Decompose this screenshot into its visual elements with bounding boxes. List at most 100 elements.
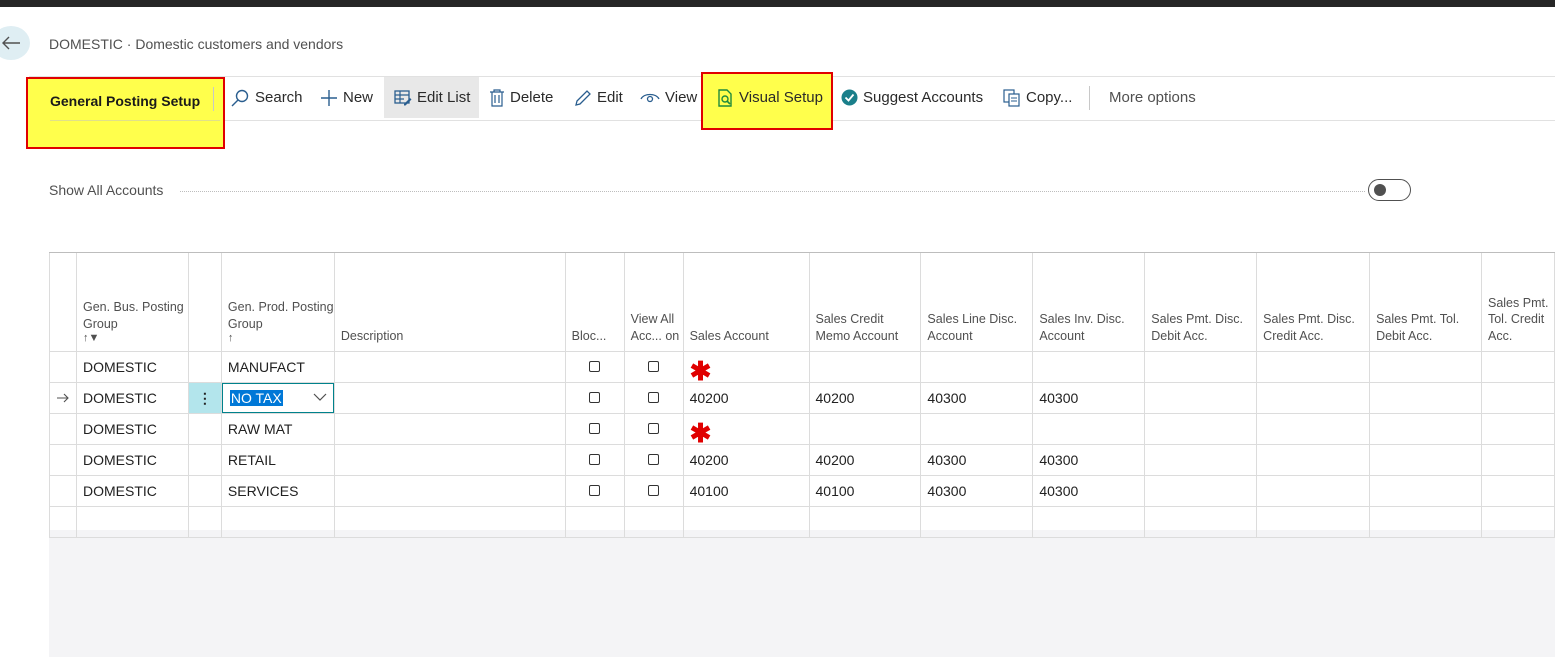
sales-pmt-disc-credit-cell[interactable] xyxy=(1256,382,1371,414)
delete-button[interactable]: Delete xyxy=(489,77,553,118)
blocked-cell[interactable] xyxy=(564,506,625,538)
column-header-sales-inv-disc[interactable]: Sales Inv. Disc. Account xyxy=(1032,253,1146,352)
sales-credit-memo-cell[interactable] xyxy=(808,506,922,538)
view-all-checkbox[interactable] xyxy=(647,423,659,434)
sales-line-disc-cell[interactable] xyxy=(920,413,1034,445)
chevron-down-icon[interactable] xyxy=(313,393,327,402)
more-options-button[interactable]: More options xyxy=(1109,77,1196,118)
blocked-checkbox[interactable] xyxy=(588,485,600,496)
sales-account-cell[interactable]: ✱ xyxy=(682,413,810,445)
sales-line-disc-cell[interactable]: 40300 xyxy=(920,444,1034,476)
sales-pmt-tol-debit-cell[interactable] xyxy=(1369,351,1482,383)
column-header-sales-pmt-tol-debit[interactable]: Sales Pmt. Tol. Debit Acc. xyxy=(1369,253,1482,352)
blocked-cell[interactable] xyxy=(564,444,625,476)
view-all-checkbox[interactable] xyxy=(647,361,659,372)
blocked-checkbox[interactable] xyxy=(588,361,600,372)
blocked-cell[interactable] xyxy=(564,382,625,414)
description-cell[interactable] xyxy=(333,475,566,507)
edit-button[interactable]: Edit xyxy=(574,77,623,118)
sales-pmt-tol-debit-cell[interactable] xyxy=(1369,382,1482,414)
column-header-sales-credit-memo[interactable]: Sales Credit Memo Account xyxy=(808,253,922,352)
view-all-cell[interactable] xyxy=(623,506,684,538)
column-header-sales-line-disc[interactable]: Sales Line Disc. Account xyxy=(920,253,1034,352)
column-header-sales-pmt-disc-debit[interactable]: Sales Pmt. Disc. Debit Acc. xyxy=(1144,253,1258,352)
sales-credit-memo-cell[interactable]: 40200 xyxy=(808,382,922,414)
sales-account-cell[interactable]: 40100 xyxy=(682,475,810,507)
sales-credit-memo-cell[interactable] xyxy=(808,351,922,383)
column-header-blocked[interactable]: Bloc... xyxy=(564,253,625,352)
view-all-cell[interactable] xyxy=(623,413,684,445)
column-header-description[interactable]: Description xyxy=(333,253,566,352)
gen-bus-cell[interactable] xyxy=(75,506,189,538)
gen-prod-cell[interactable] xyxy=(220,506,335,538)
row-actions-button[interactable]: ⋮ xyxy=(187,382,222,414)
sales-inv-disc-cell[interactable]: 40300 xyxy=(1032,475,1146,507)
sales-pmt-disc-credit-cell[interactable] xyxy=(1256,413,1371,445)
sales-line-disc-cell[interactable] xyxy=(920,506,1034,538)
new-button[interactable]: New xyxy=(320,77,373,118)
sales-line-disc-cell[interactable]: 40300 xyxy=(920,475,1034,507)
sales-credit-memo-cell[interactable]: 40100 xyxy=(808,475,922,507)
sales-credit-memo-cell[interactable]: 40200 xyxy=(808,444,922,476)
table-row[interactable]: DOMESTIC RETAIL 40200 40200 40300 40300 xyxy=(49,444,1555,476)
blocked-checkbox[interactable] xyxy=(588,454,600,465)
description-cell[interactable] xyxy=(333,413,566,445)
blocked-cell[interactable] xyxy=(564,475,625,507)
table-row[interactable]: DOMESTIC RAW MAT ✱ xyxy=(49,413,1555,445)
sales-account-cell[interactable]: 40200 xyxy=(682,444,810,476)
gen-bus-cell[interactable]: DOMESTIC xyxy=(75,413,189,445)
blocked-checkbox[interactable] xyxy=(588,423,600,434)
view-all-checkbox[interactable] xyxy=(647,392,659,403)
gen-prod-cell[interactable]: MANUFACT xyxy=(220,351,335,383)
sales-pmt-disc-debit-cell[interactable] xyxy=(1144,444,1258,476)
sales-pmt-tol-debit-cell[interactable] xyxy=(1369,506,1482,538)
sales-line-disc-cell[interactable] xyxy=(920,351,1034,383)
gen-bus-cell[interactable]: DOMESTIC xyxy=(75,475,189,507)
sales-inv-disc-cell[interactable] xyxy=(1032,413,1146,445)
sales-inv-disc-cell[interactable]: 40300 xyxy=(1032,444,1146,476)
row-actions-cell[interactable] xyxy=(187,413,222,445)
sales-pmt-tol-credit-cell[interactable] xyxy=(1480,444,1555,476)
view-all-cell[interactable] xyxy=(623,382,684,414)
sales-inv-disc-cell[interactable] xyxy=(1032,506,1146,538)
description-cell[interactable] xyxy=(333,444,566,476)
sales-pmt-tol-debit-cell[interactable] xyxy=(1369,444,1482,476)
gen-prod-cell[interactable]: NO TAX xyxy=(220,382,335,414)
column-header-view-all[interactable]: View All Acc... on xyxy=(623,253,684,352)
gen-bus-cell[interactable]: DOMESTIC xyxy=(75,351,189,383)
sales-pmt-disc-credit-cell[interactable] xyxy=(1256,475,1371,507)
row-actions-cell[interactable] xyxy=(187,351,222,383)
visual-setup-button[interactable]: Visual Setup xyxy=(716,77,823,118)
sales-credit-memo-cell[interactable] xyxy=(808,413,922,445)
sales-line-disc-cell[interactable]: 40300 xyxy=(920,382,1034,414)
row-actions-cell[interactable] xyxy=(187,444,222,476)
row-actions-cell[interactable] xyxy=(187,475,222,507)
sales-inv-disc-cell[interactable]: 40300 xyxy=(1032,382,1146,414)
sales-pmt-disc-credit-cell[interactable] xyxy=(1256,444,1371,476)
view-all-cell[interactable] xyxy=(623,475,684,507)
gen-prod-cell[interactable]: RAW MAT xyxy=(220,413,335,445)
sales-account-cell[interactable] xyxy=(682,506,810,538)
table-row-current[interactable]: DOMESTIC ⋮ NO TAX 40200 40200 40300 4030… xyxy=(49,382,1555,414)
sales-account-cell[interactable]: ✱ xyxy=(682,351,810,383)
table-row[interactable]: DOMESTIC SERVICES 40100 40100 40300 4030… xyxy=(49,475,1555,507)
gen-prod-cell[interactable]: RETAIL xyxy=(220,444,335,476)
view-all-checkbox[interactable] xyxy=(647,454,659,465)
column-header-sales-pmt-tol-credit[interactable]: Sales Pmt. Tol. Credit Acc. xyxy=(1480,253,1555,352)
sales-pmt-tol-credit-cell[interactable] xyxy=(1480,413,1555,445)
column-header-gen-prod[interactable]: Gen. Prod. Posting Group ↑ xyxy=(220,253,335,352)
sales-pmt-disc-debit-cell[interactable] xyxy=(1144,506,1258,538)
show-all-accounts-toggle[interactable] xyxy=(1368,179,1411,201)
new-row[interactable] xyxy=(49,506,1555,538)
sales-pmt-disc-debit-cell[interactable] xyxy=(1144,413,1258,445)
column-header-sales-account[interactable]: Sales Account xyxy=(682,253,810,352)
sales-pmt-tol-credit-cell[interactable] xyxy=(1480,475,1555,507)
sales-pmt-disc-debit-cell[interactable] xyxy=(1144,351,1258,383)
sales-pmt-tol-credit-cell[interactable] xyxy=(1480,351,1555,383)
blocked-cell[interactable] xyxy=(564,351,625,383)
column-header-sales-pmt-disc-credit[interactable]: Sales Pmt. Disc. Credit Acc. xyxy=(1256,253,1371,352)
view-all-cell[interactable] xyxy=(623,444,684,476)
description-cell[interactable] xyxy=(333,382,566,414)
sales-inv-disc-cell[interactable] xyxy=(1032,351,1146,383)
sales-pmt-disc-debit-cell[interactable] xyxy=(1144,475,1258,507)
